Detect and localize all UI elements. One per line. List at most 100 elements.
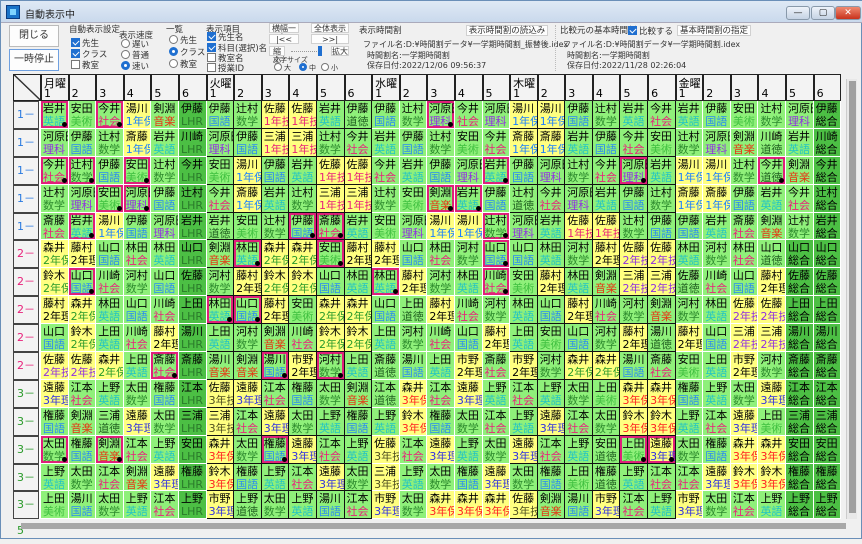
timetable-cell[interactable]: 岩井 英語 (675, 101, 704, 129)
last-page-button[interactable]: >>| (311, 34, 349, 44)
timetable-cell[interactable]: 伊藤 国語 (730, 184, 759, 213)
timetable-cell[interactable]: 江本 社会 (648, 463, 676, 492)
timetable-cell[interactable]: 林田 英語 (675, 240, 704, 269)
row-header-class[interactable]: 3－1 (13, 379, 39, 426)
timetable-cell[interactable]: 安田 道徳 (592, 435, 621, 464)
timetable-cell[interactable]: 太田 数学 (151, 407, 179, 436)
timetable-cell[interactable]: 河村 数学 (123, 268, 152, 297)
timetable-cell[interactable]: 権藤 国語 (537, 463, 566, 492)
timetable-cell[interactable]: 権藤 国語 (675, 379, 704, 408)
radio-list-teacher[interactable] (169, 35, 178, 44)
timetable-cell[interactable]: 辻村 数学 (41, 184, 69, 213)
timetable-cell[interactable]: 伊藤 国語 (675, 212, 704, 241)
timetable-cell[interactable]: 河村 数学 (758, 352, 787, 380)
timetable-cell[interactable]: 河原田理科 (68, 184, 97, 213)
timetable-cell[interactable]: 太田 数学 (592, 407, 621, 436)
timetable-cell[interactable]: 湯川1年保 (675, 156, 704, 185)
timetable-cell[interactable]: 辻村 数学 (675, 128, 704, 157)
timetable-cell[interactable]: 権藤 国語 (151, 379, 179, 408)
timetable-cell[interactable]: 江本 社会 (675, 463, 704, 492)
timetable-cell[interactable]: 上田 英語 (123, 352, 152, 380)
timetable-cell[interactable]: 上野 英語 (96, 379, 124, 408)
timetable-cell[interactable]: 山口 総合 (786, 240, 814, 269)
timetable-cell[interactable]: 市野3年理 (592, 491, 621, 520)
timetable-cell[interactable]: 伊藤 国語 (96, 156, 124, 185)
timetable-cell[interactable]: 三浦 LHR (178, 407, 207, 436)
timetable-cell[interactable]: 伊藤 総合 (813, 101, 842, 129)
radio-speed-slow[interactable] (121, 39, 130, 48)
timetable-cell[interactable]: 剣淵 音楽 (206, 240, 235, 269)
timetable-cell[interactable]: 伊藤 国語 (592, 128, 621, 157)
timetable-cell[interactable]: 河村 数学 (206, 268, 235, 297)
timetable-cell[interactable]: 川崎 社会 (151, 296, 179, 325)
timetable-cell[interactable]: 林田 英語 (372, 268, 400, 297)
timetable-cell[interactable]: 江本 社会 (151, 491, 179, 520)
timetable-cell[interactable]: 伊藤 国語 (565, 101, 593, 129)
timetable-cell[interactable]: 佐藤1年技 (316, 156, 345, 185)
timetable-cell[interactable]: 湯川1年保 (234, 156, 262, 185)
timetable-cell[interactable]: 安田 美術 (316, 240, 345, 269)
timetable-cell[interactable]: 三浦1年技 (261, 128, 290, 157)
timetable-cell[interactable]: 太田 数学 (96, 491, 124, 520)
timetable-cell[interactable]: 遠藤3年理 (537, 407, 566, 436)
timetable-cell[interactable]: 藤村2年理 (482, 324, 511, 353)
timetable-cell[interactable]: 安田 美術 (730, 101, 759, 129)
timetable-cell[interactable]: 権藤 道徳 (592, 463, 621, 492)
timetable-cell[interactable]: 上野 英語 (123, 491, 152, 520)
timetable-cell[interactable]: 佐藤2年技 (68, 352, 97, 380)
timetable-cell[interactable]: 市野2年理 (510, 352, 538, 380)
timetable-cell[interactable]: 今井 社会 (206, 184, 235, 213)
timetable-cell[interactable]: 遠藤3年理 (758, 379, 787, 408)
timetable-cell[interactable]: 藤村2年理 (427, 296, 455, 325)
timetable-cell[interactable]: 河原田理科 (399, 212, 428, 241)
timetable-cell[interactable]: 森井2年保 (316, 296, 345, 325)
vertical-scrollbar-thumb[interactable] (849, 81, 856, 513)
timetable-cell[interactable]: 伊藤 国語 (261, 156, 290, 185)
specify-base-timetable-button[interactable]: 基本時間割の指定 (677, 25, 751, 36)
timetable-cell[interactable]: 上野 英語 (482, 379, 511, 408)
timetable-cell[interactable]: 河村 数学 (234, 324, 262, 353)
timetable-cell[interactable]: 上田 美術 (758, 407, 787, 436)
timetable-cell[interactable]: 岩井 英語 (620, 101, 649, 129)
timetable-cell[interactable]: 江本 社会 (730, 491, 759, 520)
row-header-class[interactable]: 2－1 (13, 240, 39, 286)
timetable-cell[interactable]: 佐藤2年技 (758, 296, 787, 325)
timetable-cell[interactable]: 権藤 国語 (427, 407, 455, 436)
timetable-cell[interactable]: 川崎 社会 (96, 268, 124, 297)
timetable-cell[interactable]: 岩井 道徳 (206, 212, 235, 241)
timetable-cell[interactable]: 湯川 国語 (620, 352, 649, 380)
timetable-cell[interactable]: 佐藤 総合 (786, 268, 814, 297)
timetable-cell[interactable]: 湯川1年保 (123, 101, 152, 129)
timetable-cell[interactable]: 佐藤1年技 (344, 156, 373, 185)
timetable-cell[interactable]: 藤村2年理 (41, 296, 69, 325)
timetable-cell[interactable]: 安田 美術 (372, 212, 400, 241)
timetable-cell[interactable]: 権藤 国語 (68, 435, 97, 464)
timetable-cell[interactable]: 太田 数学 (399, 491, 428, 520)
timetable-cell[interactable]: 権藤 総合 (786, 463, 814, 492)
timetable-cell[interactable]: 岩井 英語 (151, 128, 179, 157)
timetable-cell[interactable]: 上田 美術 (565, 463, 593, 492)
timetable-cell[interactable]: 江本 社会 (289, 463, 317, 492)
timetable-cell[interactable]: 岩井 英語 (454, 184, 483, 213)
timetable-cell[interactable]: 河原田理科 (703, 128, 731, 157)
timetable-cell[interactable]: 上野 英語 (41, 463, 69, 492)
timetable-cell[interactable]: 伊藤 国語 (620, 184, 649, 213)
timetable-cell[interactable]: 上野 英語 (620, 463, 649, 492)
timetable-cell[interactable]: 佐藤3年技 (372, 435, 400, 464)
timetable-cell[interactable]: 剣淵 音楽 (648, 296, 676, 325)
timetable-cell[interactable]: 上野 総合 (786, 491, 814, 520)
fit-width-button[interactable]: 横幅一杯 (269, 23, 299, 42)
timetable-cell[interactable]: 河原田理科 (786, 101, 814, 129)
timetable-cell[interactable]: 鈴木2年保 (316, 324, 345, 353)
timetable-cell[interactable]: 遠藤3年理 (151, 463, 179, 492)
timetable-cell[interactable]: 鈴木3年保 (648, 407, 676, 436)
timetable-cell[interactable]: 安田 美術 (399, 184, 428, 213)
timetable-cell[interactable]: 岩井 英語 (344, 212, 373, 241)
timetable-cell[interactable]: 斎藤 社会 (41, 212, 69, 241)
timetable-cell[interactable]: 今井 社会 (592, 156, 621, 185)
radio-list-room[interactable] (169, 59, 178, 68)
timetable-cell[interactable]: 斎藤1年保 (703, 184, 731, 213)
timetable-cell[interactable]: 上田 英語 (344, 352, 373, 380)
timetable-cell[interactable]: 江本 社会 (565, 407, 593, 436)
timetable-cell[interactable]: 鈴木2年保 (344, 324, 373, 353)
